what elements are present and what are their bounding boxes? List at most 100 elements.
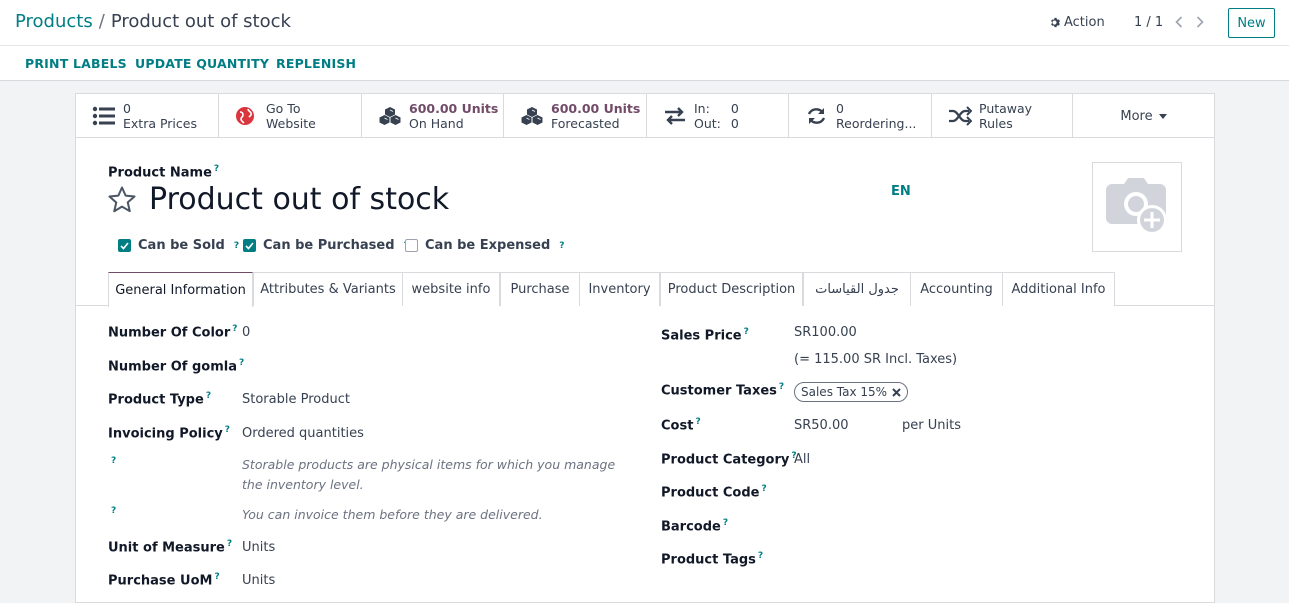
check-icon (120, 241, 129, 250)
product-name-label: Product Name? (108, 164, 220, 181)
help-tooltip-icon[interactable]: ? (111, 506, 116, 516)
can-be-sold-checkbox[interactable]: Can be Sold? (118, 238, 239, 253)
language-switch[interactable]: EN (891, 184, 911, 199)
purchase-uom-label: Purchase UoM? (108, 572, 220, 589)
extra-prices-value: 0 (123, 101, 131, 116)
number-of-color-field[interactable]: 0 (242, 325, 250, 340)
tab-inventory[interactable]: Inventory (579, 272, 660, 306)
help-tooltip-icon[interactable]: ? (206, 391, 211, 401)
replenish-button[interactable]: REPLENISH (276, 56, 356, 71)
control-panel: Products / Product out of stock Action 1 /… (0, 0, 1289, 46)
product-image-upload[interactable] (1092, 162, 1182, 252)
update-quantity-button[interactable]: UPDATE QUANTITY (135, 56, 269, 71)
smart-buttons: 0 Extra Prices Go To Website 600.00 Units O… (76, 94, 1214, 138)
form-sheet: 0 Extra Prices Go To Website 600.00 Units O… (75, 93, 1215, 603)
help-tooltip-icon[interactable]: ? (111, 456, 116, 466)
number-of-gomla-label: Number Of gomla? (108, 358, 245, 375)
purchase-uom-field[interactable]: Units (242, 573, 275, 588)
action-menu-button[interactable]: Action (1049, 15, 1105, 30)
product-tags-label: Product Tags? (661, 551, 764, 568)
breadcrumb-current: Product out of stock (110, 11, 291, 32)
cost-field[interactable]: SR50.00 (794, 418, 849, 433)
help-tooltip-icon[interactable]: ? (234, 241, 239, 251)
tab-website-info[interactable]: website info (402, 272, 500, 306)
product-name-field[interactable]: Product out of stock (149, 182, 449, 217)
gear-icon (1051, 17, 1060, 28)
tab-accounting[interactable]: Accounting (910, 272, 1003, 306)
on-hand-button[interactable]: 600.00 Units On Hand (362, 94, 504, 138)
tab-size-chart[interactable]: جدول القياسات (803, 272, 911, 306)
tax-tag-label: Sales Tax 15% (801, 385, 888, 399)
product-type-help-text: Storable products are physical items for… (242, 457, 616, 492)
globe-icon (236, 107, 254, 125)
more-label: More (1120, 108, 1153, 124)
favorite-star-icon[interactable] (107, 185, 137, 215)
extra-prices-button[interactable]: 0 Extra Prices (76, 94, 219, 138)
close-icon[interactable] (892, 387, 901, 397)
in-out-button[interactable]: In: Out: 00 (647, 94, 789, 138)
chevron-left-icon (1175, 16, 1183, 28)
forecasted-label: Forecasted (551, 116, 620, 131)
caret-down-icon (1158, 113, 1167, 119)
forecasted-button[interactable]: 600.00 Units Forecasted (504, 94, 647, 138)
sales-price-field[interactable]: SR100.00 (794, 325, 857, 340)
checkbox-checked[interactable] (118, 239, 131, 252)
check-icon (245, 241, 254, 250)
tax-tag[interactable]: Sales Tax 15% (794, 382, 909, 402)
barcode-label: Barcode? (661, 518, 729, 535)
camera-add-icon (1106, 178, 1167, 235)
invoicing-policy-field[interactable]: Ordered quantities (242, 426, 364, 441)
customer-taxes-label: Customer Taxes? (661, 382, 785, 399)
reordering-button[interactable]: 0 Reordering... (789, 94, 932, 138)
sales-price-label: Sales Price? (661, 327, 749, 344)
help-tooltip-icon[interactable]: ? (559, 241, 564, 251)
form-tabs: General Information Attributes & Variant… (76, 272, 1214, 307)
more-button[interactable]: More (1073, 94, 1214, 138)
help-tooltip-icon[interactable]: ? (779, 382, 784, 392)
go-to-website-button[interactable]: Go To Website (219, 94, 362, 138)
putaway-rules-button[interactable]: Putaway Rules (932, 94, 1073, 138)
tab-attributes-variants[interactable]: Attributes & Variants (253, 272, 403, 306)
help-tooltip-icon[interactable]: ? (227, 539, 232, 549)
on-hand-value: 600.00 Units (409, 101, 499, 116)
tab-purchase[interactable]: Purchase (500, 272, 580, 306)
new-button[interactable]: New (1228, 8, 1275, 38)
putaway-line2: Rules (979, 116, 1013, 131)
help-tooltip-icon[interactable]: ? (723, 518, 728, 528)
tab-general-information[interactable]: General Information (108, 272, 253, 307)
chevron-right-icon (1196, 16, 1204, 28)
website-line2: Website (266, 116, 316, 131)
unit-of-measure-field[interactable]: Units (242, 540, 275, 555)
help-tooltip-icon[interactable]: ? (761, 484, 766, 494)
exchange-arrows-icon (665, 107, 685, 125)
help-tooltip-icon[interactable]: ? (239, 358, 244, 368)
print-labels-button[interactable]: PRINT LABELS (25, 56, 127, 71)
help-tooltip-icon[interactable]: ? (695, 417, 700, 427)
on-hand-label: On Hand (409, 116, 464, 131)
help-tooltip-icon[interactable]: ? (758, 551, 763, 561)
refresh-icon (807, 108, 826, 124)
checkbox-unchecked[interactable] (405, 239, 418, 252)
help-tooltip-icon[interactable]: ? (214, 164, 219, 174)
product-category-field[interactable]: All (794, 452, 810, 467)
checkbox-checked[interactable] (243, 239, 256, 252)
tab-product-description[interactable]: Product Description (660, 272, 803, 306)
pager-prev-button[interactable] (1172, 14, 1186, 30)
tab-additional-info[interactable]: Additional Info (1002, 272, 1115, 306)
help-tooltip-icon[interactable]: ? (214, 572, 219, 582)
product-code-label: Product Code? (661, 484, 767, 501)
help-tooltip-icon[interactable]: ? (232, 324, 237, 334)
help-tooltip-icon[interactable]: ? (744, 327, 749, 337)
can-be-purchased-checkbox[interactable]: Can be Purchased? (243, 238, 409, 253)
help-tooltip-icon[interactable]: ? (225, 425, 230, 435)
in-value: 0 (730, 101, 739, 116)
can-be-expensed-checkbox[interactable]: Can be Expensed? (405, 238, 564, 253)
breadcrumb-products-link[interactable]: Products (15, 11, 93, 32)
pager-value[interactable]: 1 / 1 (1134, 15, 1163, 30)
out-label: Out: (694, 116, 721, 131)
pager-next-button[interactable] (1193, 14, 1207, 30)
number-of-color-label: Number Of Color? (108, 324, 238, 341)
product-category-label: Product Category? (661, 451, 797, 468)
product-type-field[interactable]: Storable Product (242, 392, 350, 407)
invoicing-policy-label: Invoicing Policy? (108, 425, 230, 442)
